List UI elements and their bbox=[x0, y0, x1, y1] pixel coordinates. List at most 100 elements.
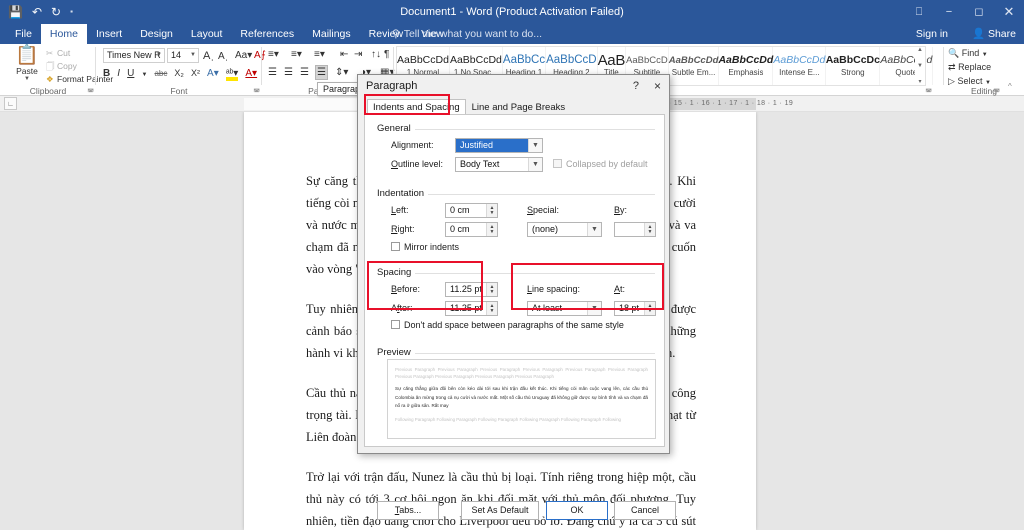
styles-scroll-controls[interactable]: ▲ ▼ ▾ bbox=[915, 46, 926, 86]
sign-in-button[interactable]: Sign in bbox=[916, 24, 948, 44]
tab-mailings[interactable]: Mailings bbox=[303, 24, 360, 44]
grow-font-icon[interactable]: Aˌ bbox=[203, 49, 214, 63]
bold-button[interactable]: B bbox=[103, 67, 110, 81]
underline-button[interactable]: U bbox=[127, 67, 134, 81]
tab-line-and-page-breaks[interactable]: Line and Page Breaks bbox=[466, 99, 571, 115]
font-color-icon[interactable]: A▾ bbox=[245, 67, 257, 81]
tab-selector-button[interactable]: ∟ bbox=[4, 97, 17, 110]
alignment-combo[interactable]: Justified ▼ bbox=[455, 138, 543, 153]
subscript-button[interactable]: X₂ bbox=[174, 66, 184, 80]
chevron-down-icon[interactable]: ▼ bbox=[528, 158, 542, 171]
mirror-indents-checkbox[interactable]: Mirror indents bbox=[391, 242, 459, 252]
chevron-down-icon[interactable]: ▼ bbox=[156, 49, 162, 62]
chevron-down-icon[interactable]: ▼ bbox=[982, 52, 988, 58]
spacing-after-spinner[interactable]: 11.25 pt ▲ ▼ bbox=[445, 301, 498, 316]
line-spacing-combo[interactable]: At least ▼ bbox=[527, 301, 602, 316]
align-right-icon[interactable]: ☰ bbox=[300, 66, 309, 79]
style-item-emphasis[interactable]: AaBbCcDd Emphasis bbox=[718, 47, 774, 85]
styles-dialog-launcher[interactable]: ◚ bbox=[925, 88, 932, 96]
set-as-default-button[interactable]: Set As Default bbox=[461, 501, 539, 520]
checkbox-icon[interactable] bbox=[391, 242, 400, 251]
highlight-color-icon[interactable]: ᵃᵇ▾ bbox=[225, 67, 239, 81]
editing-dialog-launcher[interactable]: ◚ bbox=[993, 88, 1000, 96]
ribbon-display-options-icon[interactable]: ⎕ bbox=[904, 0, 934, 24]
redo-icon[interactable]: ↻ bbox=[51, 6, 61, 18]
change-case-icon[interactable]: Aa▾ bbox=[235, 49, 252, 63]
ok-button[interactable]: OK bbox=[546, 501, 608, 520]
numbering-icon[interactable]: ≡▾ bbox=[291, 48, 302, 61]
font-size-box[interactable]: 14 ▼ bbox=[167, 48, 199, 63]
spinner-arrows-icon[interactable]: ▲ ▼ bbox=[486, 223, 497, 236]
bullets-icon[interactable]: ≡▾ bbox=[268, 48, 279, 61]
decrease-indent-icon[interactable]: ⇤ bbox=[340, 48, 348, 61]
tabs-button[interactable]: Tabs... bbox=[377, 501, 439, 520]
spinner-arrows-icon[interactable]: ▲ ▼ bbox=[644, 302, 655, 315]
collapsed-by-default-checkbox[interactable]: Collapsed by default bbox=[553, 159, 648, 169]
line-spacing-icon[interactable]: ⇕▾ bbox=[335, 66, 348, 79]
quick-access-toolbar[interactable]: 💾 ↶ ↻ ▪ bbox=[8, 0, 73, 24]
tab-indents-and-spacing[interactable]: Indents and Spacing bbox=[367, 99, 466, 115]
chevron-down-icon[interactable]: ▼ bbox=[8, 76, 46, 82]
multilevel-list-icon[interactable]: ≡▾ bbox=[314, 48, 325, 61]
replace-button[interactable]: ⇄ Replace bbox=[948, 61, 991, 74]
style-item-subtle-emphasis[interactable]: AaBbCcDd Subtle Em... bbox=[669, 47, 720, 85]
right-indent-spinner[interactable]: 0 cm ▲ ▼ bbox=[445, 222, 498, 237]
tab-home[interactable]: Home bbox=[40, 24, 87, 44]
font-dialog-launcher[interactable]: ◚ bbox=[253, 88, 260, 96]
spinner-arrows-icon[interactable]: ▲ ▼ bbox=[644, 223, 655, 236]
checkbox-icon[interactable] bbox=[391, 320, 400, 329]
text-effects-icon[interactable]: A▾ bbox=[207, 67, 219, 81]
tab-insert[interactable]: Insert bbox=[87, 24, 131, 44]
save-icon[interactable]: 💾 bbox=[8, 6, 23, 18]
increase-indent-icon[interactable]: ⇥ bbox=[354, 48, 362, 61]
at-spinner[interactable]: 18 pt ▲ ▼ bbox=[614, 301, 656, 316]
paragraph-dialog[interactable]: Paragraph ? × Indents and Spacing Line a… bbox=[357, 74, 676, 520]
close-icon[interactable]: ✕ bbox=[994, 0, 1024, 24]
more-icon[interactable]: ▪ bbox=[70, 8, 73, 16]
align-left-icon[interactable]: ☰ bbox=[268, 66, 277, 79]
style-item-strong[interactable]: AaBbCcDc Strong bbox=[826, 47, 881, 85]
tab-design[interactable]: Design bbox=[131, 24, 182, 44]
clipboard-dialog-launcher[interactable]: ◚ bbox=[87, 88, 94, 96]
scroll-up-icon[interactable]: ▲ bbox=[917, 47, 923, 53]
chevron-down-icon[interactable]: ▼ bbox=[528, 139, 542, 152]
tab-layout[interactable]: Layout bbox=[182, 24, 232, 44]
spinner-arrows-icon[interactable]: ▲ ▼ bbox=[486, 283, 497, 296]
font-name-box[interactable]: Times New R ▼ bbox=[103, 48, 165, 63]
show-formatting-marks-icon[interactable]: ¶ bbox=[384, 48, 389, 61]
cancel-button[interactable]: Cancel bbox=[614, 501, 676, 520]
style-item-intense-emphasis[interactable]: AaBbCcDd Intense E... bbox=[773, 47, 827, 85]
dont-add-space-checkbox[interactable]: Don't add space between paragraphs of th… bbox=[391, 320, 624, 330]
left-indent-spinner[interactable]: 0 cm ▲ ▼ bbox=[445, 203, 498, 218]
tell-me-box[interactable]: ⚲ Tell me what you want to do... bbox=[392, 24, 542, 44]
special-combo[interactable]: (none) ▼ bbox=[527, 222, 602, 237]
tab-file[interactable]: File bbox=[6, 24, 41, 44]
chevron-down-icon[interactable]: ▼ bbox=[141, 68, 147, 82]
scroll-down-icon[interactable]: ▼ bbox=[917, 63, 923, 69]
italic-button[interactable]: I bbox=[117, 67, 120, 81]
spinner-arrows-icon[interactable]: ▲ ▼ bbox=[486, 204, 497, 217]
chevron-down-icon[interactable]: ▼ bbox=[587, 302, 601, 315]
tab-references[interactable]: References bbox=[231, 24, 303, 44]
chevron-down-icon[interactable]: ▼ bbox=[587, 223, 601, 236]
paste-button[interactable]: 📋 Paste ▼ bbox=[8, 46, 46, 83]
undo-icon[interactable]: ↶ bbox=[32, 6, 42, 18]
window-controls[interactable]: ⎕ − ◻ ✕ bbox=[904, 0, 1024, 24]
strikethrough-button[interactable]: abc bbox=[154, 67, 167, 81]
chevron-down-icon[interactable]: ▼ bbox=[190, 49, 196, 62]
close-icon[interactable]: × bbox=[654, 75, 661, 97]
spinner-arrows-icon[interactable]: ▲ ▼ bbox=[486, 302, 497, 315]
find-button[interactable]: 🔍 Find ▼ bbox=[948, 47, 988, 62]
outline-level-combo[interactable]: Body Text ▼ bbox=[455, 157, 543, 172]
justify-icon[interactable]: ☰ bbox=[315, 65, 328, 80]
minimize-icon[interactable]: − bbox=[934, 0, 964, 24]
restore-icon[interactable]: ◻ bbox=[964, 0, 994, 24]
collapse-ribbon-icon[interactable]: ^ bbox=[1008, 80, 1012, 93]
shrink-font-icon[interactable]: Aˌ bbox=[218, 50, 228, 64]
checkbox-icon[interactable] bbox=[553, 159, 562, 168]
ribbon-tabs[interactable]: File Home Insert Design Layout Reference… bbox=[6, 24, 453, 44]
share-button[interactable]: 👤 Share bbox=[972, 24, 1016, 44]
dialog-tabs[interactable]: Indents and Spacing Line and Page Breaks bbox=[367, 99, 571, 115]
superscript-button[interactable]: X² bbox=[191, 66, 200, 80]
more-styles-icon[interactable]: ▾ bbox=[918, 78, 921, 85]
